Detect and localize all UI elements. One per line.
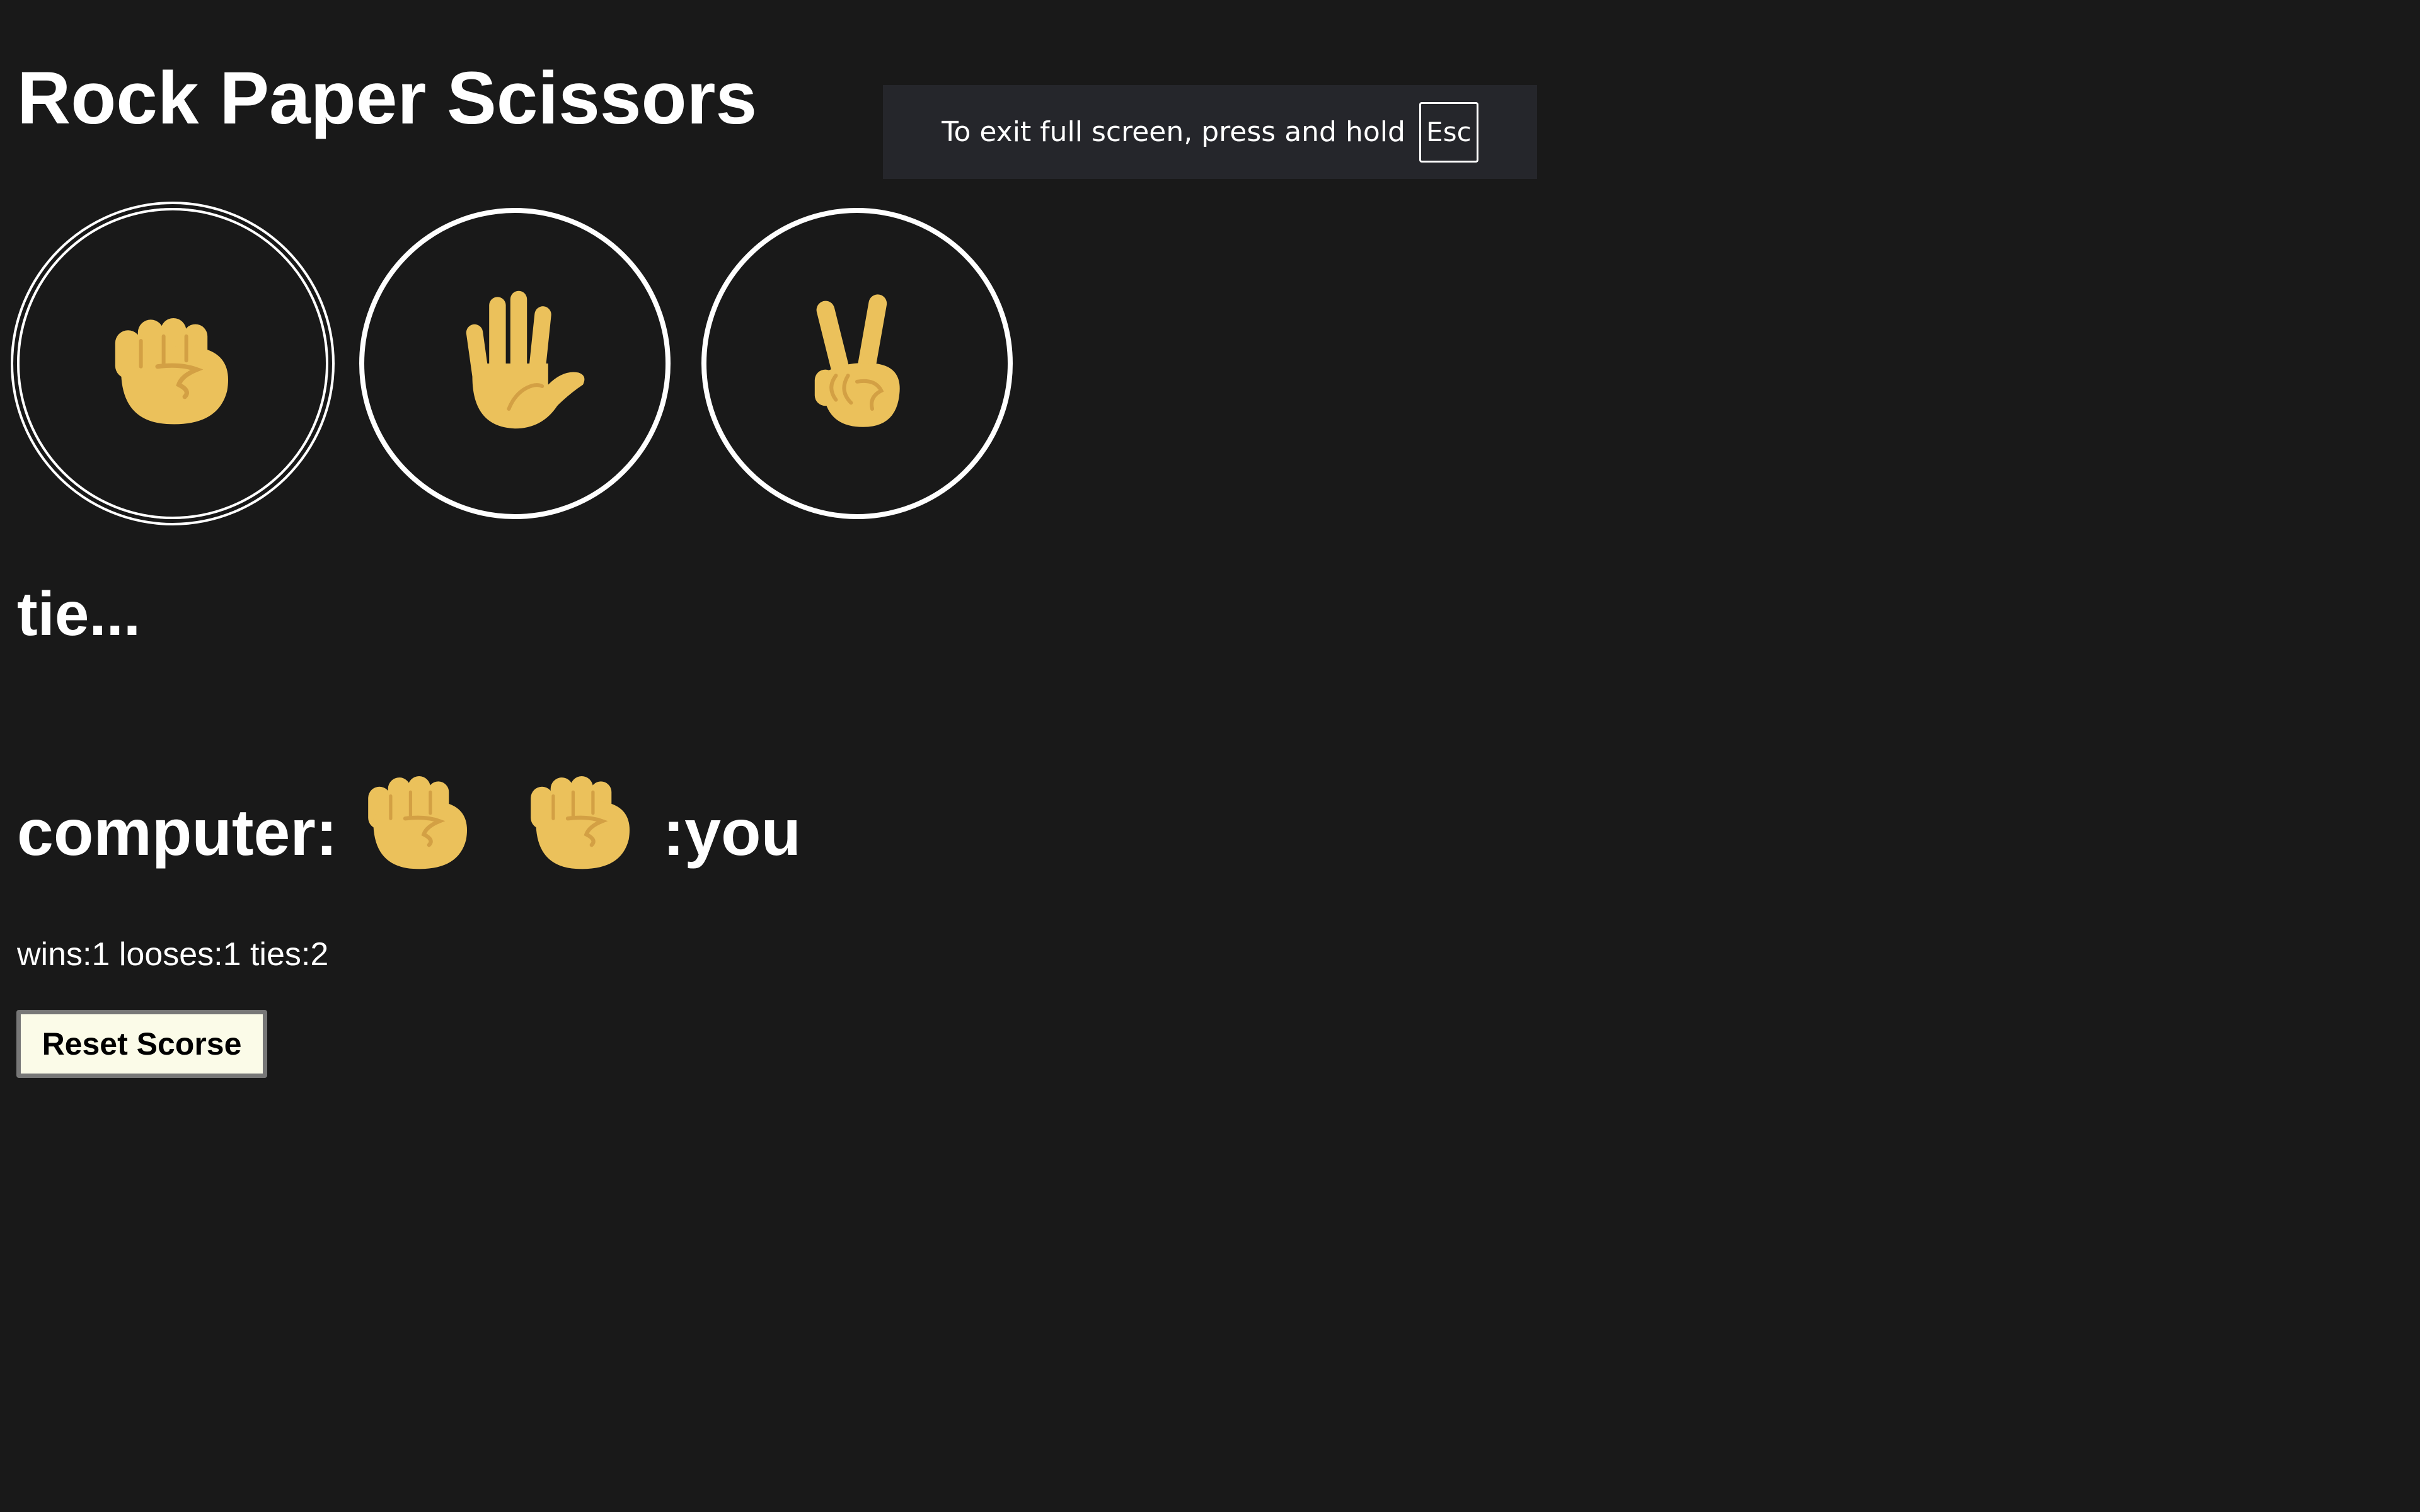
you-label: :you <box>662 796 802 869</box>
raised-hand-icon <box>439 288 591 439</box>
victory-hand-icon <box>781 288 933 439</box>
raised-fist-icon <box>97 288 248 439</box>
rock-button[interactable] <box>17 208 328 519</box>
esc-key-badge: Esc <box>1419 101 1478 163</box>
score-stats: wins:1 looses:1 ties:2 <box>17 936 329 973</box>
game-page: Rock Paper Scissors To exit full screen,… <box>0 0 2420 1512</box>
paper-button[interactable] <box>359 208 671 519</box>
player-move-icon <box>515 750 647 882</box>
page-title: Rock Paper Scissors <box>17 57 758 140</box>
computer-move-icon <box>352 750 485 882</box>
matchup-display: computer: :you <box>17 737 801 888</box>
fullscreen-notice: To exit full screen, press and hold Esc <box>883 85 1537 179</box>
scissors-button[interactable] <box>701 208 1013 519</box>
result-text: tie... <box>17 579 141 648</box>
fullscreen-notice-text: To exit full screen, press and hold <box>942 116 1405 148</box>
computer-label: computer: <box>17 796 338 869</box>
reset-score-button[interactable]: Reset Scorse <box>16 1010 267 1078</box>
